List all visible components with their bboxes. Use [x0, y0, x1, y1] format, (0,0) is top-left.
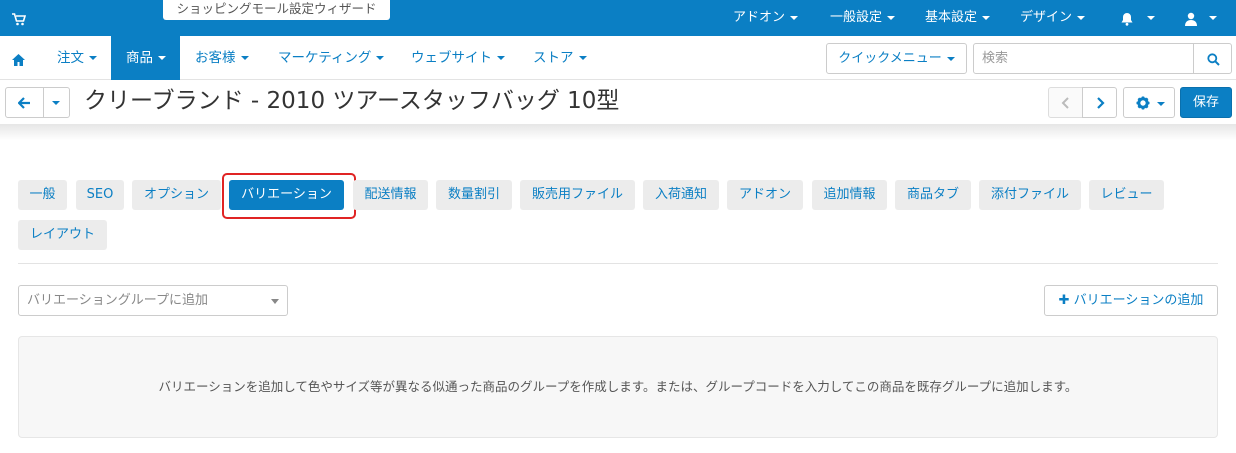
variations-empty-state: バリエーションを追加して色やサイズ等が異なる似通った商品のグループを作成します。…: [18, 336, 1218, 438]
tab-stock-notification[interactable]: 入荷通知: [643, 180, 719, 210]
caret-down-icon: [1209, 16, 1218, 20]
active-tab-highlight: [222, 173, 356, 219]
tab-general[interactable]: 一般: [18, 180, 67, 210]
home-icon[interactable]: [12, 51, 25, 70]
nav-label: ストア: [533, 50, 574, 66]
nav-products[interactable]: 商品: [111, 36, 180, 80]
tab-attachments[interactable]: 添付ファイル: [979, 180, 1081, 210]
empty-state-message: バリエーションを追加して色やサイズ等が異なる似通った商品のグループを作成します。…: [158, 379, 1078, 394]
search-button[interactable]: [1193, 43, 1232, 74]
main-navigation: 注文 商品 お客様 マーケティング ウェブサイト ストア クイックメニュー: [0, 36, 1236, 80]
tab-downloadable-files[interactable]: 販売用ファイル: [520, 180, 635, 210]
caret-down-icon: [240, 56, 249, 60]
header-shadow: [0, 124, 1236, 140]
back-button[interactable]: [5, 87, 44, 118]
notifications-menu[interactable]: [1120, 11, 1156, 30]
caret-down-icon: [887, 15, 896, 20]
tabs-divider: [18, 263, 1218, 264]
quick-menu-label: クイックメニュー: [838, 51, 942, 66]
setup-wizard-button[interactable]: ショッピングモール設定ウィザード: [163, 0, 390, 20]
tab-options[interactable]: オプション: [132, 180, 221, 210]
tab-seo[interactable]: SEO: [76, 180, 124, 210]
search-input[interactable]: [973, 43, 1194, 74]
top-menu-addons[interactable]: アドオン: [733, 0, 799, 36]
bell-icon: [1120, 11, 1134, 30]
nav-label: ウェブサイト: [411, 50, 492, 66]
caret-down-icon: [376, 56, 385, 60]
nav-label: 商品: [126, 50, 153, 66]
user-icon: [1184, 11, 1198, 30]
nav-label: 注文: [57, 50, 84, 66]
previous-product-button[interactable]: [1048, 87, 1083, 118]
top-bar: ショッピングモール設定ウィザード アドオン 一般設定 基本設定 デザイン: [0, 0, 1236, 36]
top-menu-label: アドオン: [733, 10, 786, 25]
caret-down-icon: [578, 56, 587, 60]
tab-shipping[interactable]: 配送情報: [353, 180, 428, 210]
select-placeholder: バリエーショングループに追加: [27, 293, 208, 308]
nav-website[interactable]: ウェブサイト: [399, 36, 517, 80]
caret-down-icon: [89, 56, 97, 60]
nav-customers[interactable]: お客様: [183, 36, 261, 80]
tab-quantity-discounts[interactable]: 数量割引: [436, 180, 512, 210]
caret-down-icon: [158, 56, 166, 60]
settings-button[interactable]: [1123, 87, 1175, 118]
variation-group-select[interactable]: バリエーショングループに追加: [18, 285, 288, 316]
nav-orders[interactable]: 注文: [45, 36, 109, 80]
caret-down-icon: [52, 101, 60, 105]
top-menu-label: 基本設定: [925, 10, 978, 25]
page-title: クリーブランド - 2010 ツアースタッフバッグ 10型: [84, 88, 620, 114]
add-variation-label: バリエーションの追加: [1073, 293, 1204, 308]
nav-label: お客様: [195, 50, 236, 66]
tab-additional-info[interactable]: 追加情報: [812, 180, 887, 210]
back-dropdown-button[interactable]: [43, 87, 70, 118]
caret-down-icon: [497, 56, 505, 60]
next-product-button[interactable]: [1082, 87, 1117, 118]
caret-down-icon: [1147, 16, 1156, 20]
top-menu-label: 一般設定: [830, 10, 883, 25]
user-menu[interactable]: [1184, 11, 1218, 30]
tab-product-tabs[interactable]: 商品タブ: [895, 180, 971, 210]
tab-layout[interactable]: レイアウト: [18, 220, 107, 250]
caret-down-icon: [982, 15, 991, 20]
top-menu-label: デザイン: [1020, 10, 1073, 25]
nav-store[interactable]: ストア: [521, 36, 599, 80]
title-bar: クリーブランド - 2010 ツアースタッフバッグ 10型 保存: [0, 80, 1236, 124]
top-menu-design[interactable]: デザイン: [1020, 0, 1086, 36]
plus-icon: ✚: [1058, 293, 1070, 308]
nav-marketing[interactable]: マーケティング: [266, 36, 396, 80]
quick-menu-button[interactable]: クイックメニュー: [826, 43, 967, 74]
caret-down-icon: [790, 15, 799, 20]
caret-down-icon: [946, 56, 955, 61]
top-menu-basic-settings[interactable]: 基本設定: [925, 0, 991, 36]
chevron-down-icon: [271, 299, 279, 304]
tab-reviews[interactable]: レビュー: [1089, 180, 1164, 210]
top-menu-general-settings[interactable]: 一般設定: [830, 0, 896, 36]
add-variation-button[interactable]: ✚ バリエーションの追加: [1044, 285, 1218, 316]
cart-icon[interactable]: [12, 11, 27, 30]
caret-down-icon: [1077, 15, 1086, 20]
nav-label: マーケティング: [278, 50, 372, 66]
save-button[interactable]: 保存: [1180, 87, 1232, 118]
caret-down-icon: [1157, 102, 1165, 106]
tab-addons[interactable]: アドオン: [727, 180, 803, 210]
